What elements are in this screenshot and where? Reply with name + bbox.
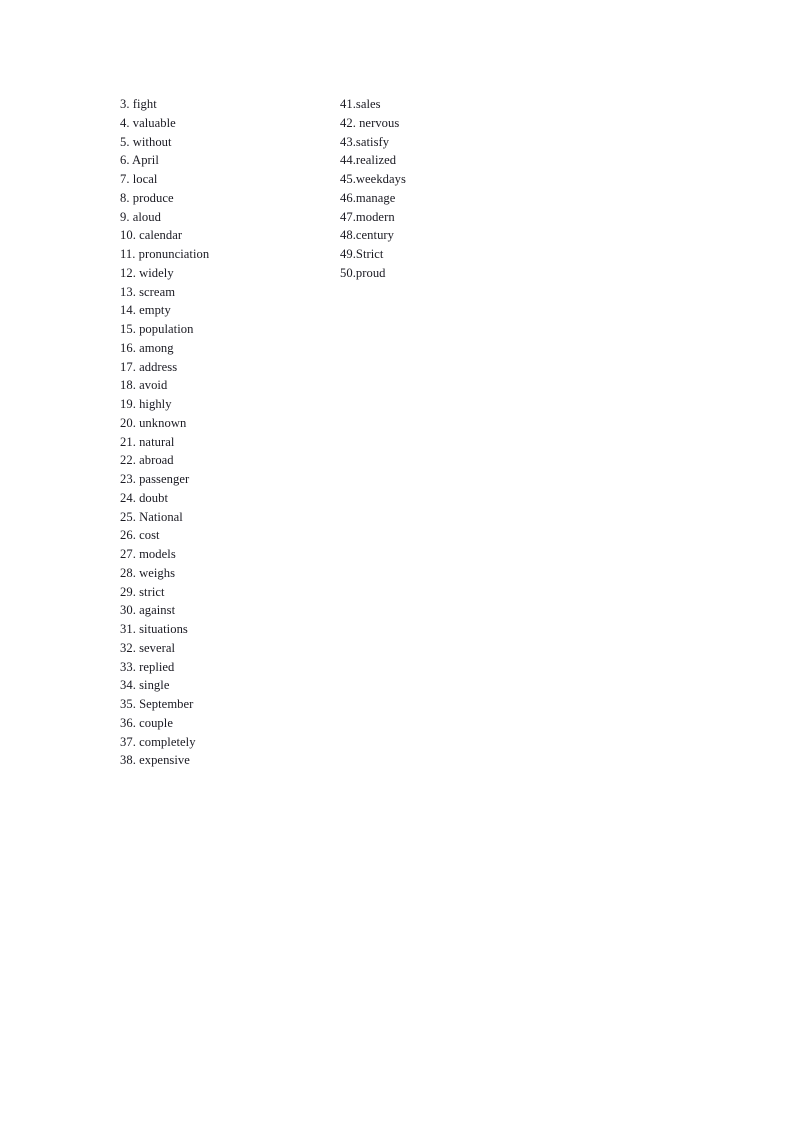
list-item: 14. empty	[120, 303, 171, 318]
list-item: 33. replied	[120, 659, 175, 674]
list-item: 45.weekdays	[340, 172, 406, 186]
list-item: 42. nervous	[340, 115, 400, 130]
list-item: 30. against	[120, 603, 176, 618]
list-item: 50.proud	[340, 265, 386, 280]
list-item: 15. population	[120, 322, 194, 336]
list-item: 3. fight	[120, 97, 157, 111]
list-item: 20. unknown	[120, 415, 187, 430]
list-item: 11. pronunciation	[120, 247, 210, 261]
list-item: 48.century	[340, 228, 395, 243]
list-item: 27. models	[120, 547, 176, 561]
list-item: 12. widely	[120, 265, 174, 280]
list-item: 23. passenger	[120, 472, 190, 486]
list-item: 36. couple	[120, 715, 173, 730]
document-page: 3. fight 4. valuable 5. without 6. April…	[0, 0, 794, 1123]
list-item: 46.manage	[340, 190, 396, 205]
list-item: 18. avoid	[120, 378, 168, 393]
list-item: 24. doubt	[120, 490, 169, 505]
list-item: 26. cost	[120, 528, 160, 543]
list-item: 25. National	[120, 509, 183, 524]
list-item: 16. among	[120, 340, 174, 355]
list-item: 35. September	[120, 697, 194, 711]
list-item: 37. completely	[120, 734, 196, 749]
answer-column-right: 41.sales 42. nervous 43.satisfy 44.reali…	[340, 95, 560, 283]
list-item: 34. single	[120, 678, 170, 693]
list-item: 22. abroad	[120, 453, 174, 468]
list-item: 10. calendar	[120, 228, 183, 243]
list-item: 17. address	[120, 359, 178, 374]
list-item: 21. natural	[120, 434, 175, 449]
list-item: 6. April	[120, 153, 159, 168]
list-item: 47.modern	[340, 209, 395, 224]
answer-column-left: 3. fight 4. valuable 5. without 6. April…	[120, 95, 330, 770]
list-item: 43.satisfy	[340, 134, 390, 149]
list-item: 8. produce	[120, 190, 174, 205]
list-item: 49.Strict	[340, 247, 384, 261]
list-item: 5. without	[120, 134, 172, 149]
list-item: 13. scream	[120, 284, 176, 299]
list-item: 38. expensive	[120, 753, 190, 768]
list-item: 4. valuable	[120, 115, 176, 130]
list-item: 32. several	[120, 640, 176, 655]
list-item: 7. local	[120, 172, 158, 186]
list-item: 44.realized	[340, 153, 397, 168]
list-item: 9. aloud	[120, 209, 161, 224]
list-item: 29. strict	[120, 584, 165, 599]
list-item: 28. weighs	[120, 565, 176, 580]
list-item: 41.sales	[340, 97, 381, 111]
list-item: 31. situations	[120, 622, 188, 636]
list-item: 19. highly	[120, 397, 172, 411]
